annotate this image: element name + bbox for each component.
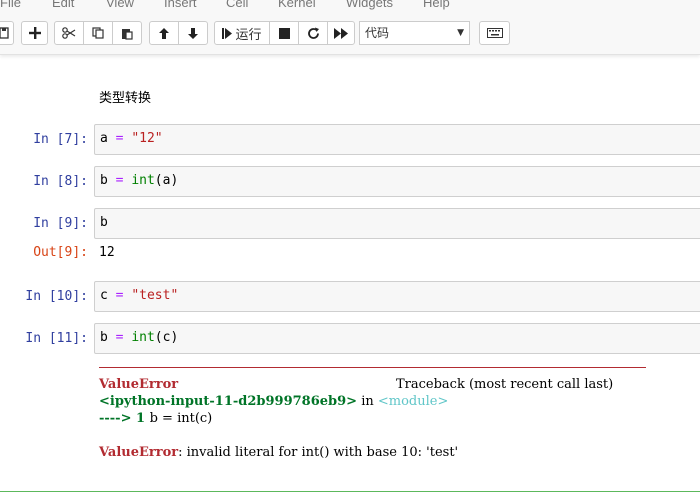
restart-button[interactable] — [298, 21, 328, 45]
keyboard-icon — [486, 28, 503, 38]
input-prompt: In [10]: — [25, 289, 88, 304]
insert-cell-button[interactable] — [21, 21, 48, 45]
run-button[interactable]: 运行 — [214, 21, 270, 45]
menu-kernel[interactable]: Kernel — [278, 0, 316, 10]
code-cell[interactable]: a = "12" — [94, 124, 700, 155]
arrow-up-icon — [159, 27, 169, 39]
code-cell[interactable]: b — [94, 208, 700, 239]
toolbar: 运行 代码 ▼ — [0, 12, 700, 55]
markdown-cell[interactable]: 类型转换 — [99, 87, 151, 106]
save-icon — [0, 27, 9, 39]
traceback-source: <ipython-input-11-d2b999786eb9> in <modu… — [99, 394, 449, 409]
stop-icon — [278, 27, 290, 39]
input-prompt: In [7]: — [33, 132, 88, 147]
move-down-button[interactable] — [178, 21, 208, 45]
menu-help[interactable]: Help — [423, 0, 450, 10]
selected-cell-border — [0, 491, 700, 492]
menu-edit[interactable]: Edit — [52, 0, 74, 10]
cell-type-select[interactable]: 代码 ▼ — [359, 21, 470, 45]
code-line: c = "test" — [100, 288, 179, 303]
scissors-icon — [62, 27, 76, 39]
restart-run-all-button[interactable] — [327, 21, 355, 45]
copy-icon — [92, 27, 104, 39]
input-prompt: In [9]: — [33, 216, 88, 231]
arrow-down-icon — [188, 27, 198, 39]
menu-widgets[interactable]: Widgets — [346, 0, 393, 10]
code-line: b = int(c) — [100, 330, 179, 345]
save-button[interactable] — [0, 21, 14, 45]
menu-insert[interactable]: Insert — [164, 0, 197, 10]
step-forward-icon — [222, 27, 233, 39]
code-line: b — [100, 215, 108, 230]
menu-cell[interactable]: Cell — [226, 0, 248, 10]
traceback-header: ValueError — [99, 377, 179, 392]
traceback-header-right: Traceback (most recent call last) — [396, 377, 614, 392]
code-cell[interactable]: c = "test" — [94, 281, 700, 312]
run-label: 运行 — [235, 26, 262, 42]
plus-icon — [28, 27, 41, 39]
paste-icon — [122, 28, 133, 40]
move-up-button[interactable] — [149, 21, 179, 45]
traceback-message: ValueError: invalid literal for int() wi… — [99, 445, 459, 460]
refresh-icon — [307, 27, 319, 39]
interrupt-button[interactable] — [269, 21, 299, 45]
command-palette-button[interactable] — [479, 21, 510, 45]
menu-view[interactable]: View — [106, 0, 134, 10]
code-cell[interactable]: b = int(c) — [94, 323, 700, 354]
output-prompt: Out[9]: — [33, 245, 88, 260]
cut-button[interactable] — [54, 21, 84, 45]
input-prompt: In [8]: — [33, 174, 88, 189]
copy-button[interactable] — [83, 21, 113, 45]
input-prompt: In [11]: — [25, 331, 88, 346]
code-line: b = int(a) — [100, 173, 179, 188]
menu-bar: File Edit View Insert Cell Kernel Widget… — [0, 0, 700, 12]
traceback-line: ----> 1 b = int(c) — [99, 411, 213, 426]
traceback-divider — [99, 367, 646, 368]
caret-down-icon: ▼ — [457, 28, 464, 38]
code-line: a = "12" — [100, 131, 163, 146]
fast-forward-icon — [334, 27, 348, 39]
code-cell[interactable]: b = int(a) — [94, 166, 700, 197]
menu-file[interactable]: File — [0, 0, 21, 10]
paste-button[interactable] — [112, 21, 142, 45]
output-value: 12 — [99, 245, 115, 260]
cell-type-value: 代码 — [365, 26, 390, 40]
